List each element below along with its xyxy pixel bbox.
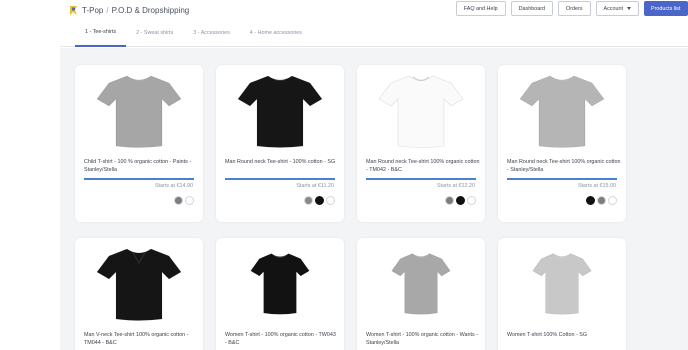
title-underline bbox=[225, 178, 335, 180]
color-swatch[interactable] bbox=[174, 196, 183, 205]
color-swatch[interactable] bbox=[586, 196, 595, 205]
category-tabs: 1 - Tee-shirts 2 - Sweat shirts 3 - Acce… bbox=[60, 20, 688, 47]
product-price: Starts at €11.20 bbox=[296, 183, 334, 189]
account-label: Account bbox=[603, 5, 623, 12]
top-bar: T-Pop / P.O.D & Dropshipping FAQ and Help … bbox=[60, 0, 688, 20]
color-swatch[interactable] bbox=[456, 196, 465, 205]
color-swatch[interactable] bbox=[608, 196, 617, 205]
product-title: Women T-shirt - 100% organic cotton - TW… bbox=[225, 332, 336, 346]
product-card[interactable]: Man Round neck Tee-shirt 100% organic co… bbox=[357, 65, 485, 222]
color-swatches bbox=[586, 196, 617, 205]
color-swatches bbox=[445, 196, 476, 205]
products-list-button[interactable]: Products list bbox=[644, 1, 688, 16]
product-price: Starts at €15.00 bbox=[577, 183, 616, 189]
product-price: Starts at €12.20 bbox=[436, 183, 475, 189]
color-swatch[interactable] bbox=[304, 196, 313, 205]
color-swatches bbox=[304, 196, 335, 205]
color-swatches bbox=[174, 196, 194, 205]
brand[interactable]: T-Pop / P.O.D & Dropshipping bbox=[69, 5, 189, 16]
product-title: Man V-neck Tee-shirt 100% organic cotton… bbox=[84, 332, 189, 346]
product-title: Women T-shirt 100% Cotton - SG bbox=[507, 332, 588, 338]
app-window: T-Pop / P.O.D & Dropshipping FAQ and Help … bbox=[60, 0, 688, 350]
product-title: Man Round neck Tee-shirt - 100% cotton -… bbox=[225, 159, 336, 165]
dashboard-button[interactable]: Dashboard bbox=[510, 1, 554, 16]
tshirt-grey-women-icon bbox=[357, 238, 485, 326]
color-swatch[interactable] bbox=[185, 196, 194, 205]
tshirt-black-women-icon bbox=[216, 238, 344, 326]
product-card[interactable]: Man Round neck Tee-shirt 100% organic co… bbox=[498, 65, 626, 222]
title-underline bbox=[366, 178, 476, 180]
color-swatch[interactable] bbox=[445, 196, 454, 205]
tab-home-accessories[interactable]: 4 - Home accessories bbox=[240, 20, 312, 47]
tshirt-light-grey-icon bbox=[498, 65, 626, 153]
product-title: Child T-shirt - 100 % organic cotton - P… bbox=[84, 159, 192, 173]
product-card[interactable]: Women T-shirt - 100% organic cotton - Wa… bbox=[357, 238, 485, 350]
product-card[interactable]: Man V-neck Tee-shirt 100% organic cotton… bbox=[75, 238, 203, 350]
tab-sweat-shirts[interactable]: 2 - Sweat shirts bbox=[126, 20, 183, 47]
product-card[interactable]: Child T-shirt - 100 % organic cotton - P… bbox=[75, 65, 203, 222]
product-card[interactable]: Women T-shirt - 100% organic cotton - TW… bbox=[216, 238, 344, 350]
chevron-down-icon bbox=[627, 7, 631, 10]
tab-accessories[interactable]: 3 - Accessories bbox=[183, 20, 240, 47]
tshirt-grey-icon bbox=[75, 65, 203, 153]
product-title: Women T-shirt - 100% organic cotton - Wa… bbox=[366, 332, 478, 346]
color-swatch[interactable] bbox=[597, 196, 606, 205]
faq-button[interactable]: FAQ and Help bbox=[455, 1, 506, 16]
tpop-logo-icon bbox=[70, 5, 77, 15]
title-underline bbox=[84, 178, 194, 180]
product-title: Man Round neck Tee-shirt 100% organic co… bbox=[507, 159, 621, 173]
app-name: T-Pop bbox=[82, 5, 104, 15]
section-name: P.O.D & Dropshipping bbox=[111, 5, 190, 15]
color-swatch[interactable] bbox=[315, 196, 324, 205]
color-swatch[interactable] bbox=[467, 196, 476, 205]
color-swatch[interactable] bbox=[326, 196, 335, 205]
orders-button[interactable]: Orders bbox=[558, 1, 591, 16]
product-card[interactable]: Women T-shirt 100% Cotton - SG bbox=[498, 238, 626, 350]
product-price: Starts at €14.90 bbox=[154, 183, 193, 189]
tshirt-black-vneck-icon bbox=[75, 238, 203, 326]
tshirt-white-icon bbox=[357, 65, 485, 153]
product-card[interactable]: Man Round neck Tee-shirt - 100% cotton -… bbox=[216, 65, 344, 222]
brand-text: T-Pop / P.O.D & Dropshipping bbox=[82, 6, 189, 15]
breadcrumb-separator: / bbox=[106, 5, 109, 15]
product-title: Man Round neck Tee-shirt 100% organic co… bbox=[366, 159, 480, 173]
tab-tee-shirts[interactable]: 1 - Tee-shirts bbox=[75, 20, 127, 47]
account-dropdown[interactable]: Account bbox=[595, 1, 639, 16]
tshirt-black-icon bbox=[216, 65, 344, 153]
top-actions: FAQ and Help Dashboard Orders Account Pr… bbox=[455, 1, 688, 16]
tshirt-light-grey-women-icon bbox=[498, 238, 626, 326]
title-underline bbox=[507, 178, 617, 180]
